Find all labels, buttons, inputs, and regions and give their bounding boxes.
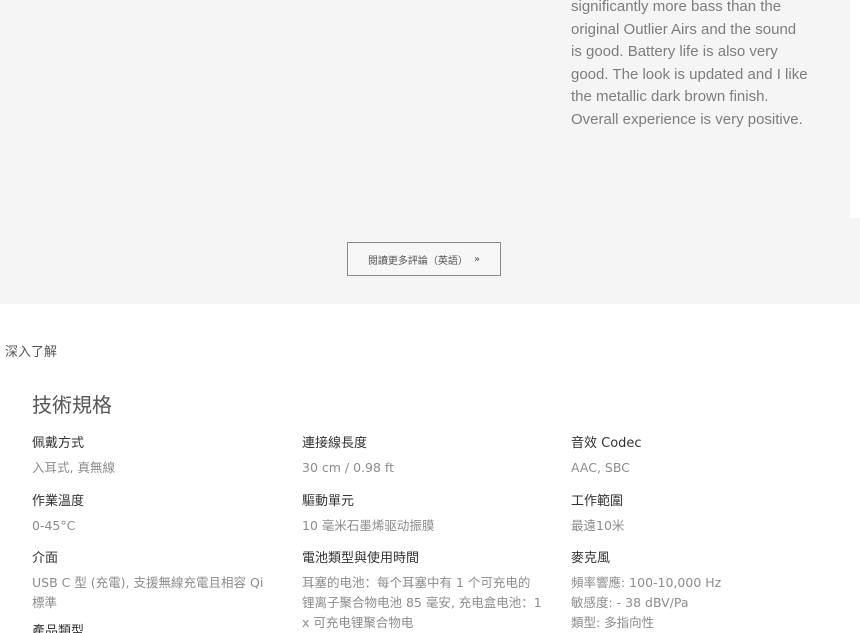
spec-label: 作業溫度 <box>32 494 85 509</box>
section-label: 深入了解 <box>5 345 58 360</box>
spec-value: 最遠10米 <box>571 518 625 533</box>
spec-value: 頻率響應: 100-10,000 Hz 敏感度: - 38 dBV/Pa 類型:… <box>571 575 722 630</box>
read-more-reviews-button[interactable]: 閱讀更多評論（英語） » <box>347 242 501 276</box>
spec-label: 產品類型 <box>32 624 85 633</box>
spec-item-microphone: 麥克風 頻率響應: 100-10,000 Hz 敏感度: - 38 dBV/Pa… <box>571 549 811 633</box>
spec-item-battery: 電池類型與使用時間 耳塞的电池：每个耳塞中有 1 个可充电的锂离子聚合物电池 8… <box>302 549 542 633</box>
spec-item-interface: 介面 USB C 型 (充電), 支援無線充電且相容 Qi 標準 <box>32 549 272 613</box>
spec-item-driver-unit: 驅動單元 10 毫米石墨烯驱动振膜 <box>302 492 542 536</box>
spec-label: 連接線長度 <box>302 436 368 451</box>
spec-value: 10 毫米石墨烯驱动振膜 <box>302 518 435 533</box>
spec-label: 驅動單元 <box>302 494 355 509</box>
double-chevron-right-icon: » <box>473 253 481 265</box>
spec-item-product-type: 產品類型 <box>32 622 272 633</box>
spec-value: AAC, SBC <box>571 460 630 475</box>
review-text: significantly more bass than the origina… <box>571 0 808 128</box>
review-section: significantly more bass than the origina… <box>0 0 860 304</box>
spec-label: 音效 Codec <box>571 436 642 451</box>
edge-strip <box>850 0 860 218</box>
spec-item-working-range: 工作範圍 最遠10米 <box>571 492 811 536</box>
spec-item-operating-temperature: 作業溫度 0-45°C <box>32 492 272 536</box>
spec-label: 電池類型與使用時間 <box>302 551 420 566</box>
spec-item-wearing-style: 佩戴方式 入耳式, 真無線 <box>32 434 272 478</box>
spec-label: 介面 <box>32 551 59 566</box>
spec-item-audio-codec: 音效 Codec AAC, SBC <box>571 434 811 478</box>
read-more-reviews-label: 閱讀更多評論（英語） <box>367 255 468 267</box>
spec-label: 麥克風 <box>571 551 611 566</box>
spec-label: 佩戴方式 <box>32 436 85 451</box>
spec-item-cable-length: 連接線長度 30 cm / 0.98 ft <box>302 434 542 478</box>
spec-label: 工作範圍 <box>571 494 624 509</box>
specs-title: 技術規格 <box>32 393 112 417</box>
spec-value: 耳塞的电池：每个耳塞中有 1 个可充电的锂离子聚合物电池 85 毫安, 充电盒电… <box>302 575 542 630</box>
spec-value: 入耳式, 真無線 <box>32 460 115 475</box>
spec-value: USB C 型 (充電), 支援無線充電且相容 Qi 標準 <box>32 575 264 610</box>
spec-value: 0-45°C <box>32 518 76 533</box>
spec-value: 30 cm / 0.98 ft <box>302 460 394 475</box>
